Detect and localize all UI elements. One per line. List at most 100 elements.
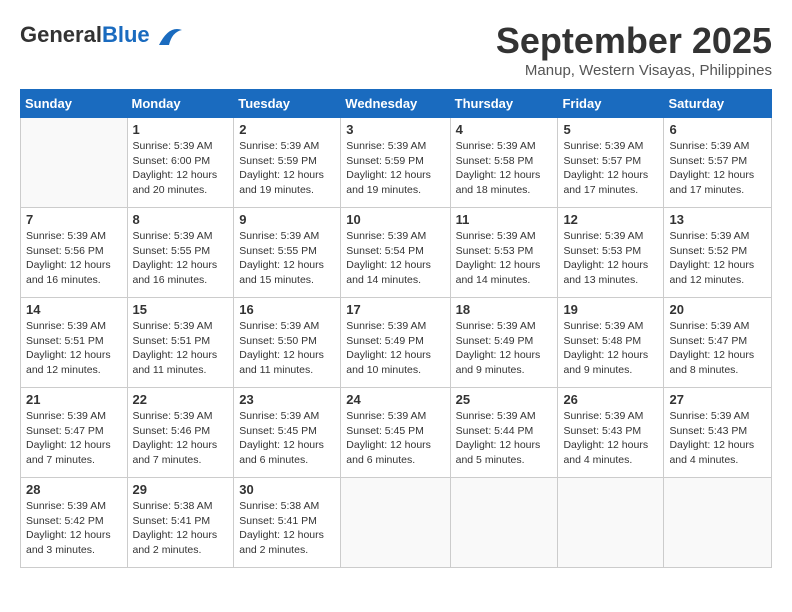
- week-row-1: 1Sunrise: 5:39 AM Sunset: 6:00 PM Daylig…: [21, 118, 772, 208]
- day-number: 25: [456, 392, 553, 407]
- day-number: 6: [669, 122, 766, 137]
- logo-general-text: General: [20, 22, 102, 47]
- day-number: 13: [669, 212, 766, 227]
- day-info: Sunrise: 5:39 AM Sunset: 5:57 PM Dayligh…: [669, 139, 766, 198]
- calendar-cell: 5 Sunrise: 5:39 AM Sunset: 5:57 PM Daylig…: [558, 118, 664, 208]
- calendar-cell: 15 Sunrise: 5:39 AM Sunset: 5:51 PM Dayli…: [127, 298, 234, 388]
- day-info: Sunrise: 5:39 AM Sunset: 5:59 PM Dayligh…: [239, 139, 335, 198]
- day-info: Sunrise: 5:39 AM Sunset: 5:55 PM Dayligh…: [239, 229, 335, 288]
- calendar-cell: 30 Sunrise: 5:38 AM Sunset: 5:41 PM Dayli…: [234, 478, 341, 568]
- calendar-cell: 26 Sunrise: 5:39 AM Sunset: 5:43 PM Dayli…: [558, 388, 664, 478]
- calendar-cell: 19 Sunrise: 5:39 AM Sunset: 5:48 PM Dayli…: [558, 298, 664, 388]
- day-info: Sunrise: 5:39 AM Sunset: 5:48 PM Dayligh…: [563, 319, 658, 378]
- day-number: 22: [133, 392, 229, 407]
- calendar-cell: 11 Sunrise: 5:39 AM Sunset: 5:53 PM Dayli…: [450, 208, 558, 298]
- day-info: Sunrise: 5:39 AM Sunset: 5:45 PM Dayligh…: [346, 409, 444, 468]
- calendar-cell: [450, 478, 558, 568]
- calendar-cell: 4 Sunrise: 5:39 AM Sunset: 5:58 PM Daylig…: [450, 118, 558, 208]
- day-info: Sunrise: 5:38 AM Sunset: 5:41 PM Dayligh…: [133, 499, 229, 558]
- day-info: Sunrise: 5:39 AM Sunset: 5:47 PM Dayligh…: [669, 319, 766, 378]
- day-number: 20: [669, 302, 766, 317]
- day-number: 30: [239, 482, 335, 497]
- day-info: Sunrise: 5:39 AM Sunset: 5:57 PM Dayligh…: [563, 139, 658, 198]
- calendar-cell: 6 Sunrise: 5:39 AM Sunset: 5:57 PM Daylig…: [664, 118, 772, 208]
- day-number: 10: [346, 212, 444, 227]
- calendar-cell: 8 Sunrise: 5:39 AM Sunset: 5:55 PM Daylig…: [127, 208, 234, 298]
- day-number: 15: [133, 302, 229, 317]
- calendar-cell: [341, 478, 450, 568]
- day-info: Sunrise: 5:39 AM Sunset: 5:43 PM Dayligh…: [669, 409, 766, 468]
- day-number: 12: [563, 212, 658, 227]
- week-row-2: 7Sunrise: 5:39 AM Sunset: 5:56 PM Daylig…: [21, 208, 772, 298]
- day-header-friday: Friday: [558, 90, 664, 118]
- calendar-cell: 22 Sunrise: 5:39 AM Sunset: 5:46 PM Dayli…: [127, 388, 234, 478]
- day-info: Sunrise: 5:39 AM Sunset: 5:45 PM Dayligh…: [239, 409, 335, 468]
- day-info: Sunrise: 5:39 AM Sunset: 5:50 PM Dayligh…: [239, 319, 335, 378]
- day-header-sunday: Sunday: [21, 90, 128, 118]
- location: Manup, Western Visayas, Philippines: [496, 62, 772, 79]
- day-number: 24: [346, 392, 444, 407]
- day-number: 17: [346, 302, 444, 317]
- calendar-header-row: SundayMondayTuesdayWednesdayThursdayFrid…: [21, 90, 772, 118]
- calendar-cell: [558, 478, 664, 568]
- day-info: Sunrise: 5:39 AM Sunset: 5:46 PM Dayligh…: [133, 409, 229, 468]
- day-number: 21: [26, 392, 122, 407]
- day-header-thursday: Thursday: [450, 90, 558, 118]
- logo: GeneralBlue: [20, 20, 184, 50]
- day-info: Sunrise: 5:39 AM Sunset: 5:44 PM Dayligh…: [456, 409, 553, 468]
- day-info: Sunrise: 5:39 AM Sunset: 5:58 PM Dayligh…: [456, 139, 553, 198]
- calendar-cell: 27 Sunrise: 5:39 AM Sunset: 5:43 PM Dayli…: [664, 388, 772, 478]
- day-info: Sunrise: 5:39 AM Sunset: 5:51 PM Dayligh…: [133, 319, 229, 378]
- day-info: Sunrise: 5:39 AM Sunset: 5:42 PM Dayligh…: [26, 499, 122, 558]
- day-info: Sunrise: 5:39 AM Sunset: 5:51 PM Dayligh…: [26, 319, 122, 378]
- calendar-cell: 17 Sunrise: 5:39 AM Sunset: 5:49 PM Dayli…: [341, 298, 450, 388]
- calendar-cell: 1Sunrise: 5:39 AM Sunset: 6:00 PM Daylig…: [127, 118, 234, 208]
- calendar-cell: [664, 478, 772, 568]
- day-number: 7: [26, 212, 122, 227]
- day-header-wednesday: Wednesday: [341, 90, 450, 118]
- day-number: 28: [26, 482, 122, 497]
- day-number: 2: [239, 122, 335, 137]
- day-number: 11: [456, 212, 553, 227]
- calendar-cell: 14 Sunrise: 5:39 AM Sunset: 5:51 PM Dayli…: [21, 298, 128, 388]
- day-number: 14: [26, 302, 122, 317]
- calendar-cell: 9Sunrise: 5:39 AM Sunset: 5:55 PM Daylig…: [234, 208, 341, 298]
- calendar-cell: 2 Sunrise: 5:39 AM Sunset: 5:59 PM Daylig…: [234, 118, 341, 208]
- day-number: 8: [133, 212, 229, 227]
- day-info: Sunrise: 5:39 AM Sunset: 5:59 PM Dayligh…: [346, 139, 444, 198]
- day-info: Sunrise: 5:39 AM Sunset: 5:52 PM Dayligh…: [669, 229, 766, 288]
- calendar-cell: 21 Sunrise: 5:39 AM Sunset: 5:47 PM Dayli…: [21, 388, 128, 478]
- day-info: Sunrise: 5:39 AM Sunset: 5:53 PM Dayligh…: [456, 229, 553, 288]
- day-info: Sunrise: 5:38 AM Sunset: 5:41 PM Dayligh…: [239, 499, 335, 558]
- calendar-cell: 13 Sunrise: 5:39 AM Sunset: 5:52 PM Dayli…: [664, 208, 772, 298]
- day-info: Sunrise: 5:39 AM Sunset: 5:43 PM Dayligh…: [563, 409, 658, 468]
- day-info: Sunrise: 5:39 AM Sunset: 5:55 PM Dayligh…: [133, 229, 229, 288]
- calendar-cell: 24 Sunrise: 5:39 AM Sunset: 5:45 PM Dayli…: [341, 388, 450, 478]
- calendar-cell: 7Sunrise: 5:39 AM Sunset: 5:56 PM Daylig…: [21, 208, 128, 298]
- day-number: 23: [239, 392, 335, 407]
- day-number: 26: [563, 392, 658, 407]
- logo-icon: [154, 20, 184, 50]
- calendar-cell: 3Sunrise: 5:39 AM Sunset: 5:59 PM Daylig…: [341, 118, 450, 208]
- day-header-monday: Monday: [127, 90, 234, 118]
- day-number: 27: [669, 392, 766, 407]
- calendar-cell: [21, 118, 128, 208]
- calendar-table: SundayMondayTuesdayWednesdayThursdayFrid…: [20, 89, 772, 568]
- day-number: 4: [456, 122, 553, 137]
- day-number: 5: [563, 122, 658, 137]
- calendar-cell: 25 Sunrise: 5:39 AM Sunset: 5:44 PM Dayli…: [450, 388, 558, 478]
- week-row-5: 28 Sunrise: 5:39 AM Sunset: 5:42 PM Dayli…: [21, 478, 772, 568]
- calendar-cell: 29Sunrise: 5:38 AM Sunset: 5:41 PM Dayli…: [127, 478, 234, 568]
- calendar-cell: 10Sunrise: 5:39 AM Sunset: 5:54 PM Dayli…: [341, 208, 450, 298]
- calendar-cell: 12 Sunrise: 5:39 AM Sunset: 5:53 PM Dayli…: [558, 208, 664, 298]
- day-number: 18: [456, 302, 553, 317]
- day-header-tuesday: Tuesday: [234, 90, 341, 118]
- day-number: 1: [133, 122, 229, 137]
- day-info: Sunrise: 5:39 AM Sunset: 5:49 PM Dayligh…: [346, 319, 444, 378]
- day-info: Sunrise: 5:39 AM Sunset: 5:49 PM Dayligh…: [456, 319, 553, 378]
- day-info: Sunrise: 5:39 AM Sunset: 5:53 PM Dayligh…: [563, 229, 658, 288]
- day-number: 19: [563, 302, 658, 317]
- calendar-cell: 18 Sunrise: 5:39 AM Sunset: 5:49 PM Dayli…: [450, 298, 558, 388]
- logo-blue-text: Blue: [102, 22, 150, 47]
- day-info: Sunrise: 5:39 AM Sunset: 5:47 PM Dayligh…: [26, 409, 122, 468]
